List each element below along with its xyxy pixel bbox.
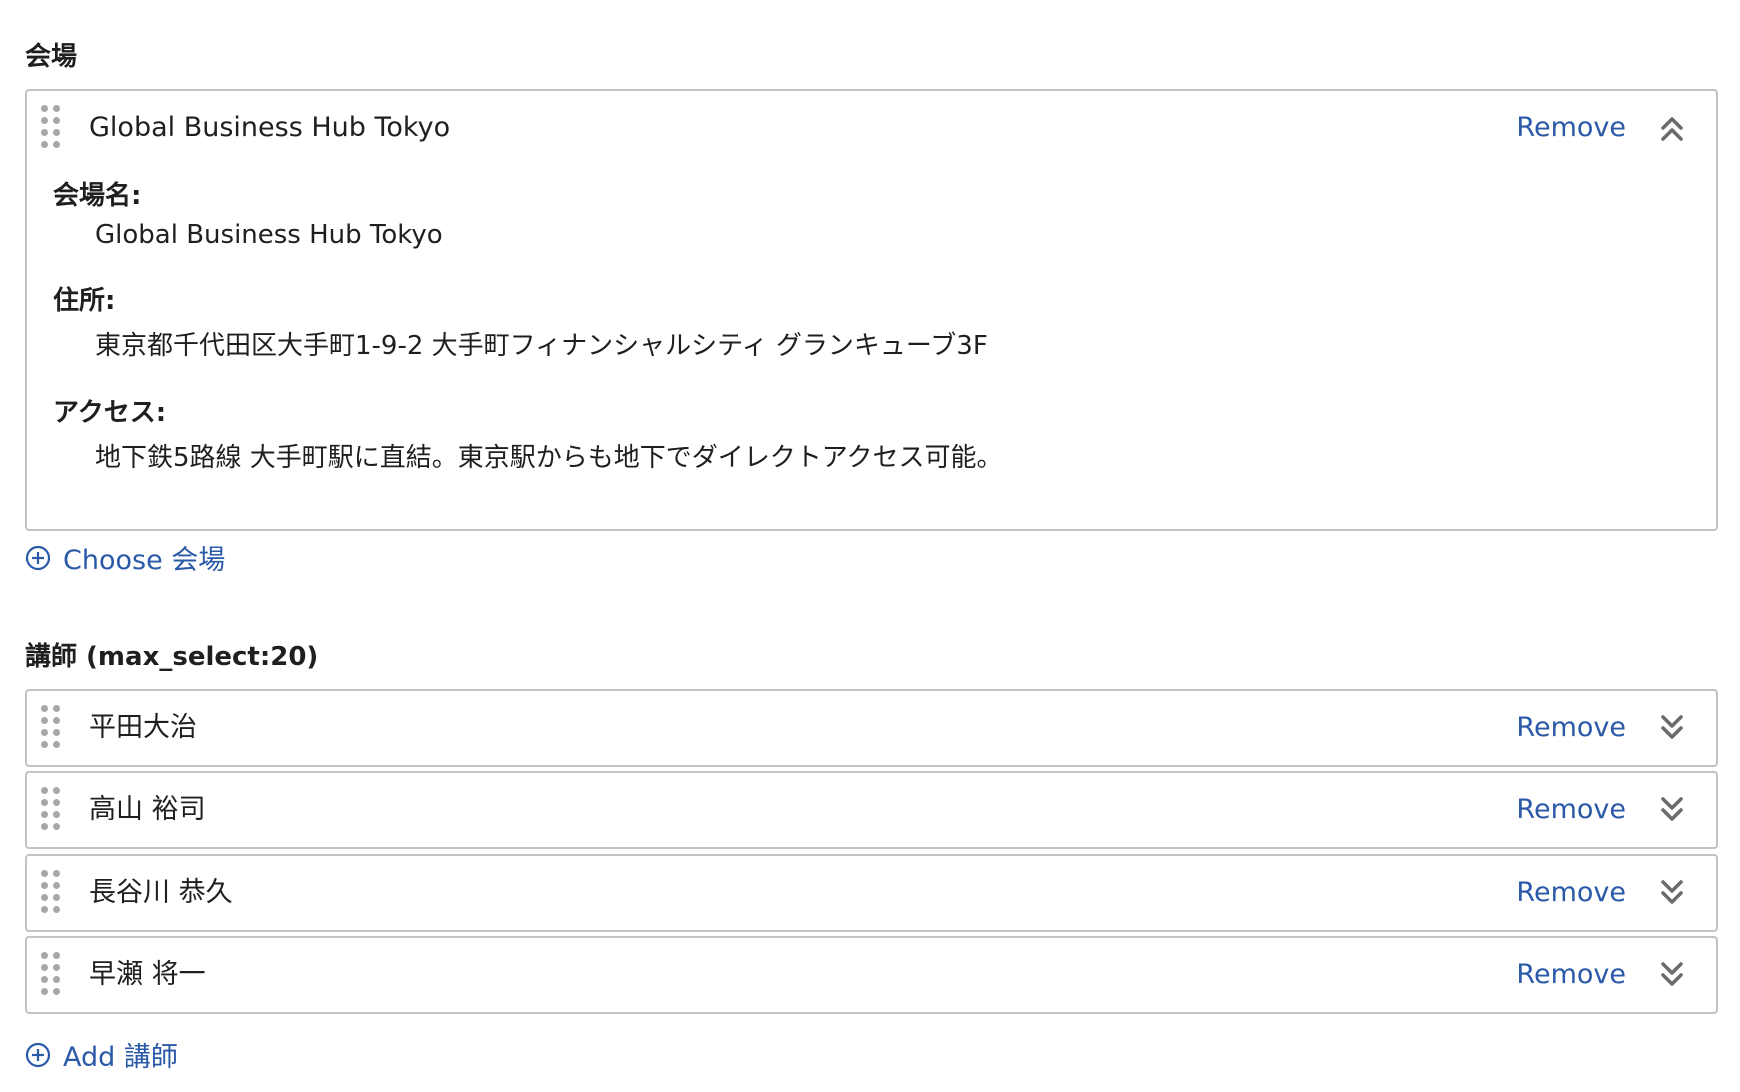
choose-venue-button[interactable]: Choose 会場 [25,538,225,577]
venue-section-label: 会場 [25,42,78,72]
venue-card-header[interactable]: Global Business Hub Tokyo Remove [27,91,1716,165]
drag-handle-icon[interactable] [40,869,62,913]
instructor-name: 高山 裕司 [89,794,206,825]
chevron-double-down-icon[interactable] [1658,713,1686,743]
choose-venue-label: Choose 会場 [63,545,226,576]
venue-address-label: 住所: [53,286,116,316]
instructor-card: 高山 裕司 Remove [25,771,1718,849]
chevron-double-down-icon[interactable] [1658,795,1686,825]
instructor-card-header[interactable]: 長谷川 恭久 Remove [27,856,1716,930]
instructor-card: 平田大治 Remove [25,689,1718,767]
chevron-double-up-icon[interactable] [1658,113,1686,143]
instructor-remove-button[interactable]: Remove [1516,773,1626,847]
instructor-card: 早瀬 将一 Remove [25,936,1718,1014]
add-instructor-label: Add 講師 [63,1042,178,1073]
drag-handle-icon[interactable] [40,951,62,995]
instructor-name: 早瀬 将一 [89,959,206,990]
venue-access-value: 地下鉄5路線 大手町駅に直結。東京駅からも地下でダイレクトアクセス可能。 [95,443,1003,473]
instructor-name: 長谷川 恭久 [89,877,233,908]
venue-name-value: Global Business Hub Tokyo [95,220,443,250]
instructor-card-header[interactable]: 平田大治 Remove [27,691,1716,765]
instructor-remove-button[interactable]: Remove [1516,938,1626,1012]
instructor-section-label: 講師 (max_select:20) [25,642,319,672]
chevron-double-down-icon[interactable] [1658,960,1686,990]
instructor-card: 長谷川 恭久 Remove [25,854,1718,932]
chevron-double-down-icon[interactable] [1658,878,1686,908]
venue-card-body: 会場名: Global Business Hub Tokyo 住所: 東京都千代… [27,165,1716,538]
instructor-card-header[interactable]: 早瀬 将一 Remove [27,938,1716,1012]
venue-card-title: Global Business Hub Tokyo [89,112,451,143]
plus-circle-icon [25,1042,51,1067]
venue-card: Global Business Hub Tokyo Remove 会場名: Gl… [25,89,1718,531]
drag-handle-icon[interactable] [40,704,62,748]
venue-remove-button[interactable]: Remove [1516,91,1626,165]
venue-access-label: アクセス: [53,398,167,428]
instructor-remove-button[interactable]: Remove [1516,691,1626,765]
instructor-card-header[interactable]: 高山 裕司 Remove [27,773,1716,847]
instructor-remove-button[interactable]: Remove [1516,856,1626,930]
venue-name-label: 会場名: [53,181,142,211]
venue-address-value: 東京都千代田区大手町1-9-2 大手町フィナンシャルシティ グランキューブ3F [95,331,988,361]
drag-handle-icon[interactable] [40,786,62,830]
instructor-name: 平田大治 [89,712,197,743]
drag-handle-icon[interactable] [40,104,62,148]
add-instructor-button[interactable]: Add 講師 [25,1035,178,1074]
plus-circle-icon [25,545,51,570]
